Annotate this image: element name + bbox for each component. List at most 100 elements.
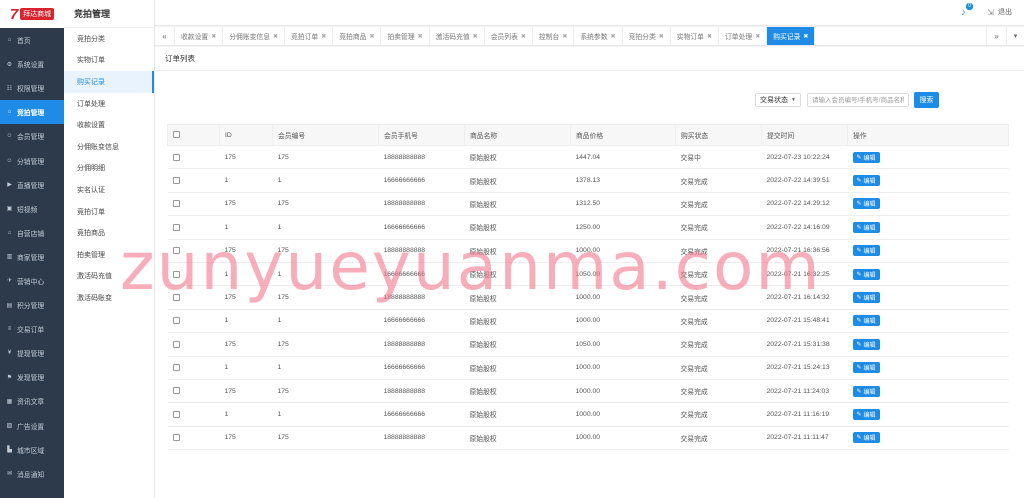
tab[interactable]: 订单处理 ✖ — [719, 27, 768, 45]
sub-nav-item[interactable]: 分佣账变信息 — [64, 136, 154, 158]
edit-button[interactable]: ✎ 编辑 — [852, 221, 880, 233]
edit-button[interactable]: ✎ 编辑 — [852, 432, 880, 444]
close-icon[interactable]: ✖ — [473, 33, 478, 40]
edit-button[interactable]: ✎ 编辑 — [852, 315, 880, 327]
tab[interactable]: 收款设置 ✖ — [175, 27, 224, 45]
row-checkbox[interactable] — [172, 410, 180, 418]
close-icon[interactable]: ✖ — [211, 33, 216, 40]
sidebar-item[interactable]: ▤ 积分管理 — [0, 293, 64, 317]
sub-nav-item[interactable]: 激活码账变 — [64, 287, 154, 309]
close-icon[interactable]: ✖ — [562, 33, 567, 40]
logout-link[interactable]: 退出 — [998, 7, 1012, 17]
row-checkbox[interactable] — [172, 293, 180, 301]
sub-nav-item[interactable]: 拍卖管理 — [64, 244, 154, 266]
close-icon[interactable]: ✖ — [659, 33, 664, 40]
sidebar-item[interactable]: ✈ 营销中心 — [0, 269, 64, 293]
search-button[interactable]: 搜索 — [913, 92, 939, 108]
sidebar-item[interactable]: ☷ 权限管理 — [0, 76, 64, 100]
tab[interactable]: 购买记录 ✖ — [767, 27, 816, 45]
close-icon[interactable]: ✖ — [418, 33, 423, 40]
sidebar-item[interactable]: ▶ 直播管理 — [0, 173, 64, 197]
tab[interactable]: 拍卖管理 ✖ — [381, 27, 430, 45]
sub-nav-item[interactable]: 实名认证 — [64, 179, 154, 201]
sidebar-item[interactable]: ⌂ 首页 — [0, 28, 64, 52]
table-row: 1 1 16666666666 原始股权 1000.00 交易完成 2022-07-21 1… — [167, 402, 1009, 427]
tab-scroll-right-icon[interactable]: » — [986, 27, 1006, 45]
edit-button[interactable]: ✎ 编辑 — [852, 362, 880, 374]
sidebar-item[interactable]: ⌂ 自营店铺 — [0, 221, 64, 245]
sub-nav-item[interactable]: 激活码充值 — [64, 266, 154, 288]
tab[interactable]: 会员列表 ✖ — [485, 27, 533, 45]
edit-button[interactable]: ✎ 编辑 — [852, 292, 880, 304]
row-checkbox[interactable] — [172, 270, 180, 278]
row-checkbox[interactable] — [172, 434, 180, 442]
sub-nav-item[interactable]: 购买记录 — [64, 71, 154, 93]
table-cell: 18888888888 — [378, 192, 465, 217]
row-checkbox[interactable] — [172, 200, 180, 208]
sub-nav-item[interactable]: 订单处理 — [64, 93, 154, 115]
edit-button[interactable]: ✎ 编辑 — [852, 245, 880, 257]
sub-nav-item[interactable]: 竞拍分类 — [64, 28, 154, 50]
edit-button[interactable]: ✎ 编辑 — [852, 175, 880, 187]
tab[interactable]: 竞拍商品 ✖ — [333, 27, 382, 45]
sidebar-item[interactable]: ≡ 交易订单 — [0, 317, 64, 341]
sidebar-item[interactable]: ▥ 商家管理 — [0, 245, 64, 269]
tab[interactable]: 系统参数 ✖ — [574, 27, 623, 45]
status-select[interactable]: 交易状态 ▼ — [755, 93, 801, 107]
tab-menu-chevron-down-icon[interactable]: ▾ — [1006, 27, 1024, 45]
edit-button[interactable]: ✎ 编辑 — [852, 385, 880, 397]
close-icon[interactable]: ✖ — [369, 33, 374, 40]
edit-button[interactable]: ✎ 编辑 — [852, 338, 880, 350]
row-checkbox[interactable] — [172, 340, 180, 348]
logo[interactable]: 7 拜达商城 — [0, 0, 64, 28]
sidebar-item[interactable]: ¥ 提现管理 — [0, 341, 64, 365]
sidebar-item[interactable]: ✉ 消息通知 — [0, 462, 64, 486]
edit-button[interactable]: ✎ 编辑 — [852, 408, 880, 420]
edit-button[interactable]: ✎ 编辑 — [852, 268, 880, 280]
sidebar-item[interactable]: ☺ 分销管理 — [0, 148, 64, 172]
notification-bell-icon[interactable]: ♪ 0 — [961, 3, 974, 17]
tab[interactable]: 竞拍订单 ✖ — [285, 27, 334, 45]
close-icon[interactable]: ✖ — [755, 33, 760, 40]
row-checkbox[interactable] — [172, 247, 180, 255]
tab[interactable]: 控制台 ✖ — [533, 27, 575, 45]
sidebar-item[interactable]: ⚙ 系统设置 — [0, 52, 64, 76]
sub-nav-item[interactable]: 竞拍订单 — [64, 201, 154, 223]
close-icon[interactable]: ✖ — [707, 33, 712, 40]
sidebar-item[interactable]: ▙ 城市区域 — [0, 438, 64, 462]
sub-nav-item[interactable]: 分佣明细 — [64, 158, 154, 180]
close-icon[interactable]: ✖ — [321, 33, 326, 40]
row-checkbox[interactable] — [172, 223, 180, 231]
row-checkbox[interactable] — [172, 387, 180, 395]
search-input[interactable] — [806, 93, 909, 107]
edit-button[interactable]: ✎ 编辑 — [852, 198, 880, 210]
close-icon[interactable]: ✖ — [611, 33, 616, 40]
row-checkbox[interactable] — [172, 153, 180, 161]
sidebar-item[interactable]: ☺ 会员管理 — [0, 124, 64, 148]
close-icon[interactable]: ✖ — [521, 33, 526, 40]
sub-nav-item[interactable]: 竞拍商品 — [64, 222, 154, 244]
sidebar-item[interactable]: ▨ 广告设置 — [0, 414, 64, 438]
row-checkbox[interactable] — [172, 317, 180, 325]
sidebar-item[interactable]: ⌂ 竞拍管理 — [0, 100, 64, 125]
select-all-cell — [167, 124, 220, 146]
close-icon[interactable]: ✖ — [803, 33, 808, 40]
tab[interactable]: 分佣账变信息 ✖ — [223, 27, 286, 45]
sidebar-item[interactable]: ⚑ 发现管理 — [0, 365, 64, 389]
sub-nav-item[interactable]: 收款设置 — [64, 114, 154, 136]
tab[interactable]: 竞拍分类 ✖ — [623, 27, 671, 45]
close-icon[interactable]: ✖ — [273, 33, 278, 40]
logout-icon[interactable]: ⇲ — [987, 8, 994, 17]
sidebar-item[interactable]: ▦ 资讯文章 — [0, 389, 64, 413]
sidebar-item[interactable]: ▣ 短视频 — [0, 197, 64, 221]
tab-label: 控制台 — [538, 34, 560, 41]
row-checkbox[interactable] — [172, 364, 180, 372]
sidebar-item-label: 分销管理 — [17, 158, 45, 166]
sub-nav-item[interactable]: 实物订单 — [64, 50, 154, 72]
tab[interactable]: 实物订单 ✖ — [671, 27, 719, 45]
select-all-checkbox[interactable] — [173, 131, 180, 139]
tab[interactable]: 激活码充值 ✖ — [430, 27, 485, 45]
edit-button[interactable]: ✎ 编辑 — [852, 151, 880, 163]
row-checkbox[interactable] — [172, 176, 180, 184]
tab-scroll-left-icon[interactable]: « — [155, 27, 175, 45]
